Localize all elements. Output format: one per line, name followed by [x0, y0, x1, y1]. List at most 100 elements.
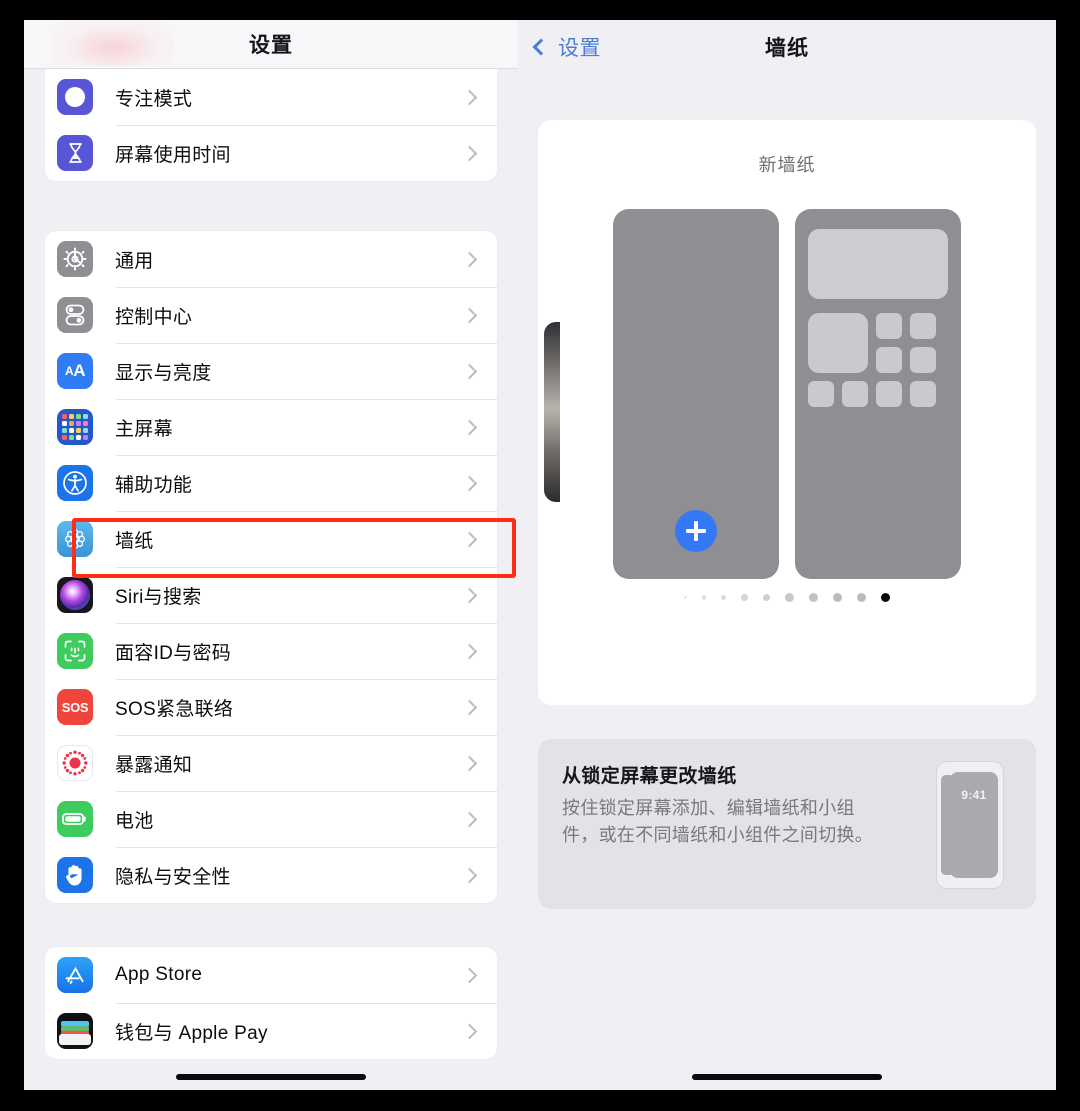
sidebar-item-label: 辅助功能: [115, 474, 193, 496]
sidebar-header: 设置: [24, 20, 518, 69]
group-gap: [45, 903, 497, 947]
add-wallpaper-button[interactable]: [675, 510, 717, 552]
home-screen-wallpaper-thumbnail[interactable]: [795, 209, 961, 579]
sidebar-title: 设置: [249, 34, 293, 57]
sidebar-item-label: 显示与亮度: [115, 362, 212, 384]
group-gap: [45, 181, 497, 231]
sos-icon: SOS: [57, 689, 93, 725]
page-dot[interactable]: [741, 594, 748, 601]
sidebar-item-label: 屏幕使用时间: [115, 144, 231, 166]
page-dot[interactable]: [785, 593, 795, 602]
sidebar-item-label: 电池: [115, 810, 154, 832]
accessibility-icon: [57, 465, 93, 501]
app-store-icon: [57, 957, 93, 993]
header-blur-artifact: [52, 20, 174, 66]
chevron-right-icon: [461, 251, 478, 267]
chevron-left-icon: [532, 38, 550, 56]
battery-icon: [57, 801, 93, 837]
app-icon-placeholder: [842, 381, 868, 407]
tip-title: 从锁定屏幕更改墙纸: [562, 766, 737, 787]
sidebar-item-privacy-security[interactable]: 隐私与安全性: [45, 847, 497, 903]
lock-screen-tip-card: 从锁定屏幕更改墙纸 按住锁定屏幕添加、编辑墙纸和小组件，或在不同墙纸和小组件之间…: [538, 739, 1036, 909]
ipad-settings-screen: 设置 专注模式 屏幕使用时间 通用 控制中心 A A 显示与亮度 主屏幕 辅助功…: [24, 20, 1056, 1090]
adjacent-wallpaper-peek[interactable]: [544, 322, 560, 502]
app-icon-placeholder: [910, 381, 936, 407]
sidebar-item-accessibility[interactable]: 辅助功能: [45, 455, 497, 511]
home-indicator-right: [692, 1074, 882, 1080]
chevron-right-icon: [461, 699, 478, 715]
sidebar-item-wallpaper[interactable]: 墙纸: [45, 511, 497, 567]
chevron-right-icon: [461, 307, 478, 323]
page-dot[interactable]: [857, 593, 867, 602]
chevron-right-icon: [461, 755, 478, 771]
page-dot[interactable]: [833, 593, 843, 602]
sidebar-item-exposure-notifications[interactable]: 暴露通知: [45, 735, 497, 791]
sidebar-item-label: 隐私与安全性: [115, 866, 231, 888]
page-dot[interactable]: [762, 593, 771, 602]
chevron-right-icon: [461, 145, 478, 161]
page-dot[interactable]: [720, 594, 727, 601]
back-button-label: 设置: [558, 37, 601, 60]
sidebar-item-label: App Store: [115, 964, 203, 985]
sidebar-item-wallet-apple-pay[interactable]: 钱包与 Apple Pay: [45, 1003, 497, 1059]
page-indicator-dots[interactable]: [538, 593, 1036, 602]
hourglass-icon: [57, 135, 93, 171]
sidebar-item-siri-search[interactable]: Siri与搜索: [45, 567, 497, 623]
chevron-right-icon: [461, 643, 478, 659]
wallpaper-thumbnails: [538, 209, 1036, 579]
settings-group-store: App Store 钱包与 Apple Pay: [45, 947, 497, 1059]
sidebar-item-general[interactable]: 通用: [45, 231, 497, 287]
detail-body: 新墙纸 从锁定屏幕更改墙纸 按住锁定屏幕添加、编辑墙纸和小组件，或在不同墙纸和小…: [518, 120, 1056, 909]
chevron-right-icon: [461, 1023, 478, 1039]
chevron-right-icon: [461, 587, 478, 603]
sidebar-item-label: 专注模式: [115, 88, 193, 110]
wallet-icon: [57, 1013, 93, 1049]
app-icon-placeholder: [910, 313, 936, 339]
sidebar-item-label: 墙纸: [115, 530, 154, 552]
home-screen-icon: [57, 409, 93, 445]
tip-text-block: 从锁定屏幕更改墙纸 按住锁定屏幕添加、编辑墙纸和小组件，或在不同墙纸和小组件之间…: [562, 761, 882, 849]
chevron-right-icon: [461, 363, 478, 379]
sidebar-item-home-screen[interactable]: 主屏幕: [45, 399, 497, 455]
sidebar-item-label: 暴露通知: [115, 754, 193, 776]
app-icon-placeholder: [876, 381, 902, 407]
sidebar-item-battery[interactable]: 电池: [45, 791, 497, 847]
sidebar-item-label: 主屏幕: [115, 418, 173, 440]
page-dot[interactable]: [683, 596, 687, 599]
phone-preview-illustration: 9:41: [936, 761, 1004, 889]
page-dot[interactable]: [809, 593, 819, 602]
phone-preview-time: 9:41: [961, 788, 987, 802]
sidebar-item-focus[interactable]: 专注模式: [45, 69, 497, 125]
page-dot-active[interactable]: [881, 593, 891, 602]
page-dot[interactable]: [701, 595, 706, 600]
detail-header: 设置 墙纸: [518, 20, 1056, 74]
control-center-icon: [57, 297, 93, 333]
sidebar-item-control-center[interactable]: 控制中心: [45, 287, 497, 343]
app-icon-placeholder: [808, 313, 868, 373]
settings-group-system: 通用 控制中心 AA 显示与亮度 主屏幕 辅助功能 墙纸 Siri与搜索 面容I…: [45, 231, 497, 903]
sidebar-item-sos[interactable]: SOS SOS紧急联络: [45, 679, 497, 735]
sidebar-item-screen-time[interactable]: 屏幕使用时间: [45, 125, 497, 181]
gear-icon: [57, 241, 93, 277]
sidebar-scroll-area[interactable]: 专注模式 屏幕使用时间 通用 控制中心 A A 显示与亮度 主屏幕 辅助功能 墙…: [24, 69, 518, 1090]
display-brightness-icon: AA: [57, 353, 93, 389]
lock-screen-wallpaper-thumbnail[interactable]: [613, 209, 779, 579]
sidebar-item-label: 控制中心: [115, 306, 193, 328]
sidebar-item-label: 钱包与 Apple Pay: [115, 1022, 268, 1044]
app-icon-placeholder: [910, 347, 936, 373]
face-id-icon: [57, 633, 93, 669]
privacy-hand-icon: [57, 857, 93, 893]
tip-description: 按住锁定屏幕添加、编辑墙纸和小组件，或在不同墙纸和小组件之间切换。: [562, 798, 874, 845]
sidebar-item-label: 面容ID与密码: [115, 642, 232, 664]
sidebar-item-app-store[interactable]: App Store: [45, 947, 497, 1003]
sidebar-item-display-brightness[interactable]: AA 显示与亮度: [45, 343, 497, 399]
chevron-right-icon: [461, 475, 478, 491]
chevron-right-icon: [461, 531, 478, 547]
chevron-right-icon: [461, 419, 478, 435]
wallpaper-card-title: 新墙纸: [758, 155, 816, 175]
back-button[interactable]: 设置: [532, 32, 601, 62]
sidebar-item-face-id[interactable]: 面容ID与密码: [45, 623, 497, 679]
settings-group-focus: 专注模式 屏幕使用时间: [45, 69, 497, 181]
wallpaper-gallery-card: 新墙纸: [538, 120, 1036, 705]
sidebar-item-label: 通用: [115, 250, 154, 272]
